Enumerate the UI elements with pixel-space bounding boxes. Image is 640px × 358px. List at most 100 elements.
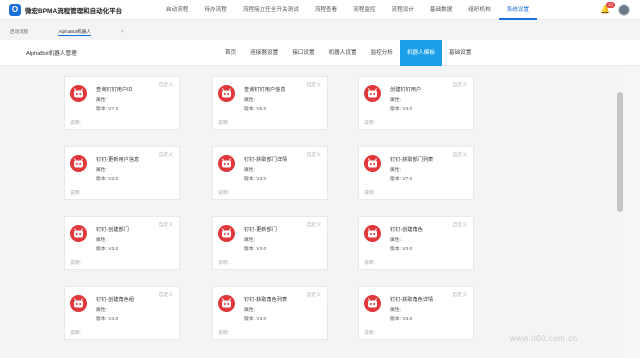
card-version: 版本: V4.0 — [96, 317, 119, 322]
card-title: 查询钉钉用户信息 — [244, 87, 286, 93]
card-title: 创建钉钉用户 — [390, 87, 422, 93]
custom-label: 自定义 — [158, 223, 173, 228]
brand-logo: O — [9, 3, 21, 16]
robot-icon — [218, 155, 235, 172]
robot-icon — [218, 85, 235, 102]
topnav-org[interactable]: 组织机构 — [460, 0, 498, 20]
template-card[interactable]: 自定义创建钉钉用户 属性: 版本: V4.0 说明: — [358, 76, 474, 130]
card-attribute: 属性: — [244, 168, 255, 173]
card-attribute: 属性: — [390, 308, 401, 313]
topnav-todo[interactable]: 待办流程 — [196, 0, 234, 20]
card-description: 说明: — [70, 331, 81, 336]
card-version: 版本: V7.0 — [390, 177, 413, 182]
close-icon[interactable]: × — [121, 29, 124, 35]
notification-badge: 12 — [606, 2, 615, 8]
card-version: 版本: V3.0 — [244, 317, 267, 322]
template-card[interactable]: 自定义 钉钉-创建部门 属性: 版本: V3.0 说明: — [64, 216, 180, 270]
card-attribute: 属性: — [390, 168, 401, 173]
topnav-base-data[interactable]: 基础数据 — [422, 0, 460, 20]
robot-icon — [364, 295, 381, 312]
custom-label: 自定义 — [158, 83, 173, 88]
card-title: 钉钉-创建角色组 — [96, 297, 135, 303]
page-tabs: 启动流程 AlphaBot机器人 × — [0, 26, 640, 38]
subnav-connector[interactable]: 连接器设置 — [243, 40, 285, 66]
card-attribute: 属性: — [244, 98, 255, 103]
subnav-interface[interactable]: 接口设置 — [285, 40, 321, 66]
card-attribute: 属性: — [96, 98, 107, 103]
card-description: 说明: — [70, 191, 81, 196]
card-attribute: 属性: — [390, 98, 401, 103]
subnav-robot-settings[interactable]: 机器人设置 — [322, 40, 364, 66]
avatar[interactable] — [618, 4, 630, 16]
card-version: 版本: V3.0 — [96, 247, 119, 252]
topnav-start-process[interactable]: 启动流程 — [158, 0, 196, 20]
card-version: 版本: V4.0 — [390, 107, 413, 112]
robot-icon — [364, 225, 381, 242]
tab-start-process[interactable]: 启动流程 — [10, 29, 28, 35]
watermark: www.it00.com.cn — [510, 334, 578, 343]
custom-label: 自定义 — [452, 83, 467, 88]
card-version: 版本: V3.0 — [390, 317, 413, 322]
template-card[interactable]: 自定义 钉钉-更新部门 属性: 版本: V3.0 说明: — [212, 216, 328, 270]
subnav-monitor[interactable]: 监控分析 — [364, 40, 400, 66]
template-card[interactable]: 自定义 查询钉钉用户信息 属性: 版本: V5.0 说明: — [212, 76, 328, 130]
card-title: 钉钉-获取角色列表 — [244, 297, 288, 303]
custom-label: 自定义 — [452, 293, 467, 298]
card-description: 说明: — [364, 121, 375, 126]
subnav-robot-template[interactable]: 机器人模板 — [399, 40, 442, 66]
scrollbar-thumb[interactable] — [617, 92, 623, 212]
topnav-switch-test[interactable]: 流程接立任全开关测试 — [235, 0, 307, 20]
robot-icon — [70, 225, 87, 242]
template-card[interactable]: 自定义钉钉-获取角色列表 属性: 版本: V3.0 说明: — [212, 286, 328, 340]
robot-icon — [70, 85, 87, 102]
card-attribute: 属性: — [244, 238, 255, 243]
template-card[interactable]: 自定义 查询钉钉用户ID 属性: 版本: V7.0 说明: — [64, 76, 180, 130]
card-title: 钉钉-获取部门列表 — [390, 157, 434, 163]
template-card[interactable]: 自定义 钉钉-创建角色 属性: 版本: V3.0 说明: — [358, 216, 474, 270]
template-card[interactable]: 自定义钉钉-获取部门列表 属性: 版本: V7.0 说明: — [358, 146, 474, 200]
card-title: 查询钉钉用户ID — [96, 87, 133, 93]
custom-label: 自定义 — [306, 223, 321, 228]
custom-label: 自定义 — [158, 153, 173, 158]
topnav-view[interactable]: 流程查看 — [307, 0, 345, 20]
template-card[interactable]: 自定义 钉钉-获取角色详情 属性: 版本: V3.0 说明: — [358, 286, 474, 340]
card-description: 说明: — [364, 191, 375, 196]
custom-label: 自定义 — [306, 293, 321, 298]
card-title: 钉钉-获取角色详情 — [390, 297, 434, 303]
topnav-design[interactable]: 流程设计 — [384, 0, 422, 20]
brand-name: 微宏BPMA流程管理和自动化平台 — [25, 7, 123, 15]
card-attribute: 属性: — [96, 308, 107, 313]
robot-icon — [70, 295, 87, 312]
custom-label: 自定义 — [452, 153, 467, 158]
topnav-system-settings[interactable]: 系统设置 — [498, 0, 538, 20]
card-title: 钉钉-更新用户信息 — [96, 157, 140, 163]
page-title: AlphaBot机器人管理 — [26, 51, 77, 57]
scrollbar-track[interactable] — [624, 66, 640, 358]
card-title: 钉钉-获取部门详情 — [244, 157, 288, 163]
card-description: 说明: — [218, 121, 229, 126]
card-title: 钉钉-创建部门 — [96, 227, 129, 233]
card-description: 说明: — [218, 331, 229, 336]
template-card[interactable]: 自定义 钉钉-创建角色组 属性: 版本: V4.0 说明: — [64, 286, 180, 340]
template-grid: 自定义 查询钉钉用户ID 属性: 版本: V7.0 说明: 自定义 查询钉钉用户信息 属性: 版… — [0, 66, 624, 358]
card-description: 说明: — [218, 191, 229, 196]
card-title: 钉钉-创建角色 — [390, 227, 423, 233]
card-version: 版本: V3.0 — [244, 247, 267, 252]
template-card[interactable]: 自定义 钉钉-获取部门详情 属性: 版本: V3.0 说明: — [212, 146, 328, 200]
robot-icon — [364, 155, 381, 172]
brand[interactable]: O 微宏BPMA流程管理和自动化平台 — [0, 3, 150, 16]
topnav-monitor[interactable]: 流程监控 — [345, 0, 383, 20]
card-version: 版本: V3.0 — [244, 177, 267, 182]
robot-icon — [364, 85, 381, 102]
robot-icon — [218, 225, 235, 242]
tab-alphabot[interactable]: AlphaBot机器人 — [58, 28, 91, 36]
card-attribute: 属性: — [244, 308, 255, 313]
tab-alphabot-label: AlphaBot机器人 — [58, 28, 91, 34]
template-card[interactable]: 自定义 钉钉-更新用户信息 属性: 版本: V3.0 说明: — [64, 146, 180, 200]
card-attribute: 属性: — [390, 238, 401, 243]
card-description: 说明: — [364, 261, 375, 266]
subnav-home[interactable]: 首页 — [218, 40, 243, 66]
subnav-basic-settings[interactable]: 基础设置 — [442, 40, 478, 66]
card-description: 说明: — [218, 261, 229, 266]
card-version: 版本: V7.0 — [96, 107, 119, 112]
